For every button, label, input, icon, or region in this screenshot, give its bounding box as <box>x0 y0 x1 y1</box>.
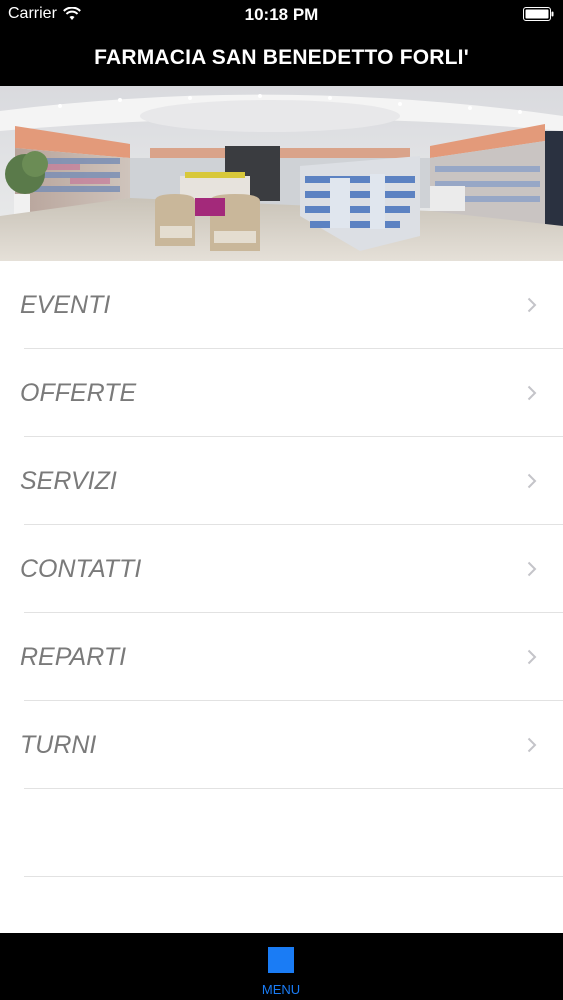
menu-tab-icon <box>268 947 294 973</box>
menu-item-label: SERVIZI <box>20 466 117 495</box>
chevron-right-icon <box>527 473 537 489</box>
navigation-bar: FARMACIA SAN BENEDETTO FORLI' <box>0 30 563 86</box>
app-screen: Carrier 10:18 PM FARMACIA SAN BENEDETTO … <box>0 0 563 1000</box>
page-title: FARMACIA SAN BENEDETTO FORLI' <box>94 46 469 69</box>
menu-list: EVENTI OFFERTE SERVIZI CONTATTI REPARTI <box>0 261 563 877</box>
menu-item-turni[interactable]: TURNI <box>0 701 563 789</box>
empty-row <box>0 789 563 877</box>
pharmacy-interior-image <box>0 86 563 261</box>
status-bar: Carrier 10:18 PM <box>0 0 563 30</box>
menu-item-servizi[interactable]: SERVIZI <box>0 437 563 525</box>
chevron-right-icon <box>527 385 537 401</box>
chevron-right-icon <box>527 649 537 665</box>
tab-menu-label: MENU <box>261 982 301 997</box>
menu-item-label: REPARTI <box>20 642 127 671</box>
menu-item-reparti[interactable]: REPARTI <box>0 613 563 701</box>
chevron-right-icon <box>527 737 537 753</box>
menu-item-label: CONTATTI <box>20 554 142 583</box>
pharmacy-interior-banner <box>0 86 563 261</box>
menu-item-offerte[interactable]: OFFERTE <box>0 349 563 437</box>
menu-item-contatti[interactable]: CONTATTI <box>0 525 563 613</box>
battery-icon <box>523 7 554 21</box>
menu-item-eventi[interactable]: EVENTI <box>0 261 563 349</box>
chevron-right-icon <box>527 297 537 313</box>
chevron-right-icon <box>527 561 537 577</box>
menu-item-label: EVENTI <box>20 290 111 319</box>
status-time: 10:18 PM <box>244 5 319 24</box>
menu-item-label: OFFERTE <box>20 378 137 407</box>
menu-item-label: TURNI <box>20 730 97 759</box>
tab-bar: MENU <box>0 933 563 1000</box>
tab-menu[interactable]: MENU <box>246 933 316 1000</box>
